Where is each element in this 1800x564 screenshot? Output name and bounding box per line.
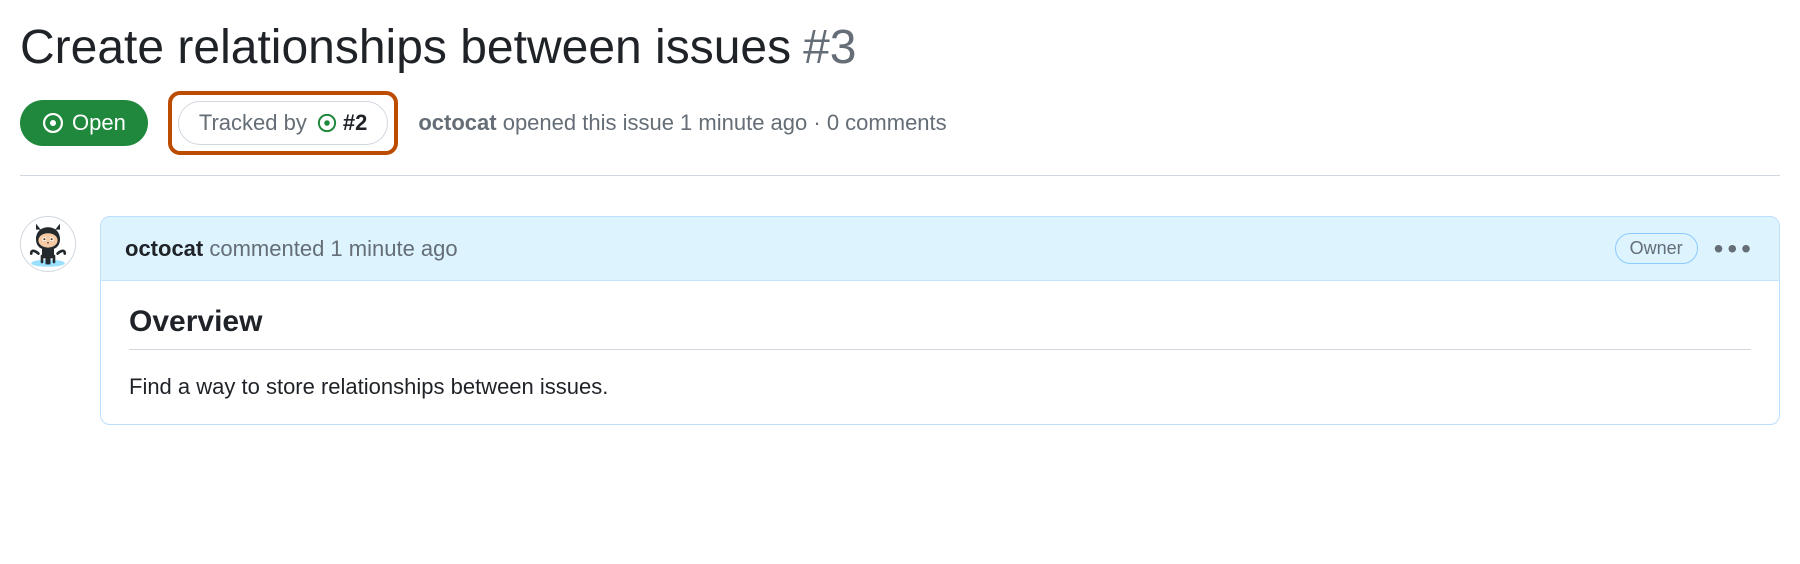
tracked-by-highlight: Tracked by #2 — [168, 91, 399, 155]
comment-action-text: commented 1 minute ago — [209, 236, 457, 261]
comment-header: octocat commented 1 minute ago Owner ••• — [101, 217, 1779, 281]
comment-body: Overview Find a way to store relationshi… — [101, 281, 1779, 424]
comment-header-left: octocat commented 1 minute ago — [125, 236, 458, 262]
discussion-timeline: octocat commented 1 minute ago Owner •••… — [20, 216, 1780, 425]
tracked-by-label: Tracked by — [199, 110, 307, 136]
tracking-issue-link[interactable]: #2 — [317, 110, 367, 136]
issue-meta-row: Open Tracked by #2 octocat opened this i… — [20, 91, 1780, 176]
issue-author-link[interactable]: octocat — [418, 110, 496, 135]
issue-state-badge: Open — [20, 100, 148, 146]
comment-header-right: Owner ••• — [1615, 233, 1755, 264]
comment-heading: Overview — [129, 305, 1751, 350]
tracking-issue-number: #2 — [343, 110, 367, 136]
octocat-icon — [24, 220, 72, 268]
avatar[interactable] — [20, 216, 76, 272]
issue-opened-text: opened this issue 1 minute ago — [503, 110, 808, 135]
issue-state-label: Open — [72, 110, 126, 136]
issue-number: #3 — [803, 20, 856, 75]
comment-author-link[interactable]: octocat — [125, 236, 203, 261]
issue-meta-text: octocat opened this issue 1 minute ago ·… — [418, 110, 946, 136]
issue-title-row: Create relationships between issues #3 — [20, 20, 1780, 75]
owner-badge: Owner — [1615, 233, 1698, 264]
issue-title: Create relationships between issues — [20, 20, 791, 75]
comment-box: octocat commented 1 minute ago Owner •••… — [100, 216, 1780, 425]
comment-body-text: Find a way to store relationships betwee… — [129, 374, 1751, 400]
tracked-by-pill[interactable]: Tracked by #2 — [178, 101, 389, 145]
kebab-menu-icon[interactable]: ••• — [1714, 235, 1755, 263]
issue-open-icon — [42, 112, 64, 134]
issue-comments-count: 0 comments — [827, 110, 947, 135]
issue-open-icon — [317, 113, 337, 133]
meta-separator: · — [813, 110, 820, 135]
